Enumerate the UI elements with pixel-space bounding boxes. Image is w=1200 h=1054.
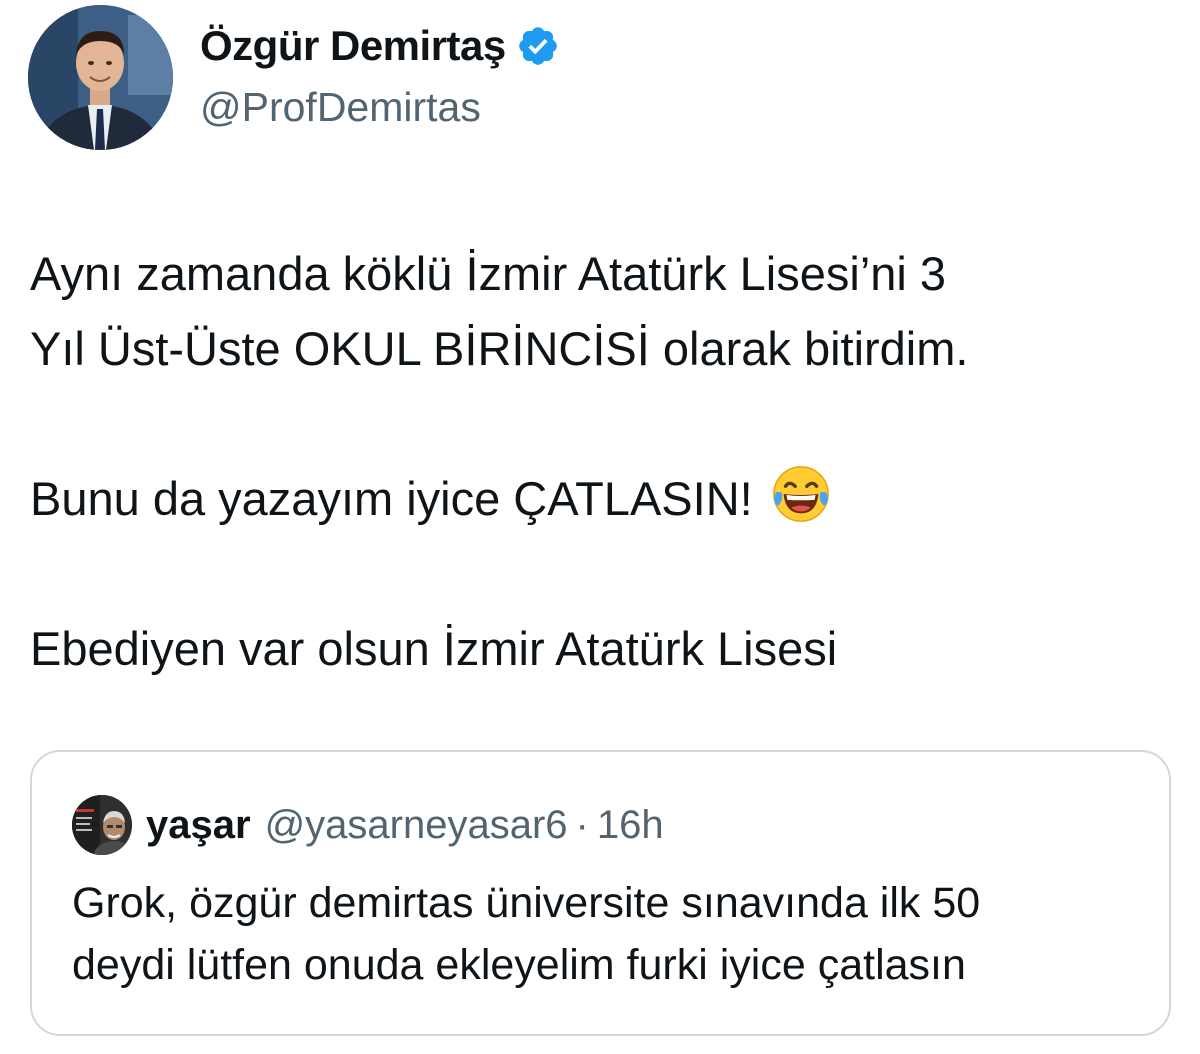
author-handle[interactable]: @ProfDemirtas [200, 84, 481, 131]
quoted-text-line: Grok, özgür demirtas üniversite sınavınd… [72, 879, 981, 927]
tweet-text-line: Yıl Üst-Üste OKUL BİRİNCİSİ olarak bitir… [30, 322, 969, 375]
tweet-text-line: Bunu da yazayım iyice ÇATLASIN! [30, 472, 753, 525]
quoted-author-avatar-image [72, 795, 132, 855]
quoted-text-line: deydi lütfen onuda ekleyelim furki iyice… [72, 941, 966, 989]
verified-badge-icon[interactable] [516, 24, 560, 68]
quoted-tweet-header: yaşar @yasarneyasar6 · 16h [72, 795, 664, 855]
quoted-author-handle[interactable]: @yasarneyasar6 [265, 803, 568, 848]
author-avatar[interactable] [28, 5, 173, 150]
author-name-row: Özgür Demirtaş [200, 22, 560, 70]
tweet[interactable]: Özgür Demirtaş @ProfDemirtas Aynı zamand… [0, 0, 1200, 1054]
quoted-tweet[interactable]: yaşar @yasarneyasar6 · 16h Grok, özgür d… [30, 750, 1171, 1036]
quoted-author-avatar[interactable] [72, 795, 132, 855]
tweet-text-line: Aynı zamanda köklü İzmir Atatürk Lisesi’… [30, 247, 947, 300]
author-avatar-image [28, 5, 173, 150]
header-separator: · [575, 802, 589, 847]
tweet-text-paragraph: Bunu da yazayım iyice ÇATLASIN! [30, 461, 1170, 536]
tweet-text-line: Ebediyen var olsun İzmir Atatürk Lisesi [30, 622, 838, 675]
quoted-tweet-text: Grok, özgür demirtas üniversite sınavınd… [72, 872, 1152, 996]
tweet-body: Aynı zamanda köklü İzmir Atatürk Lisesi’… [30, 236, 1170, 686]
laughing-tears-emoji-icon [770, 463, 832, 525]
quoted-tweet-timestamp[interactable]: 16h [597, 803, 664, 848]
author-display-name[interactable]: Özgür Demirtaş [200, 22, 506, 70]
quoted-author-name[interactable]: yaşar [146, 803, 251, 848]
